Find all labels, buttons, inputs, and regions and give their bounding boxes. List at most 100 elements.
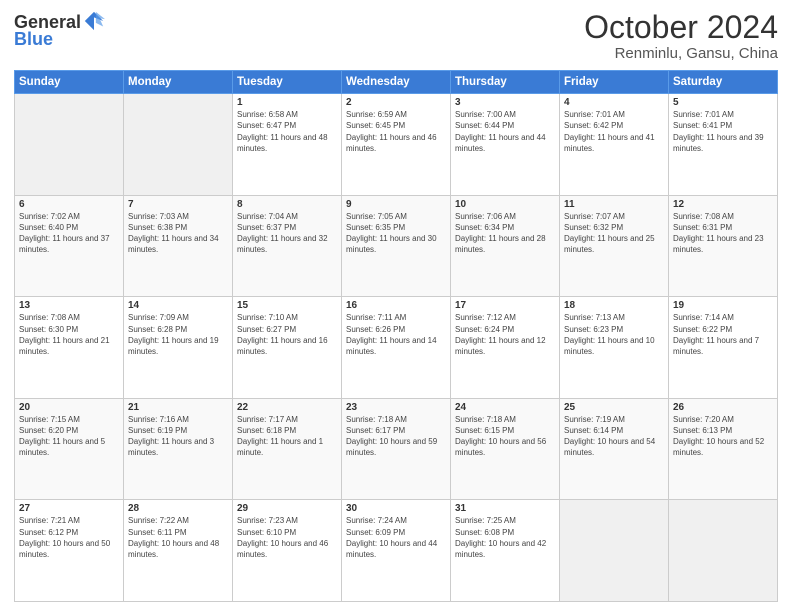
day-number: 2 — [346, 97, 446, 108]
calendar-cell: 27Sunrise: 7:21 AM Sunset: 6:12 PM Dayli… — [15, 500, 124, 602]
day-info: Sunrise: 6:58 AM Sunset: 6:47 PM Dayligh… — [237, 109, 337, 154]
calendar-cell: 3Sunrise: 7:00 AM Sunset: 6:44 PM Daylig… — [451, 94, 560, 196]
calendar-cell: 9Sunrise: 7:05 AM Sunset: 6:35 PM Daylig… — [342, 195, 451, 297]
calendar-cell: 14Sunrise: 7:09 AM Sunset: 6:28 PM Dayli… — [124, 297, 233, 399]
day-info: Sunrise: 7:06 AM Sunset: 6:34 PM Dayligh… — [455, 211, 555, 256]
day-number: 26 — [673, 402, 773, 413]
day-number: 4 — [564, 97, 664, 108]
calendar-cell: 5Sunrise: 7:01 AM Sunset: 6:41 PM Daylig… — [669, 94, 778, 196]
calendar-cell: 31Sunrise: 7:25 AM Sunset: 6:08 PM Dayli… — [451, 500, 560, 602]
page: General Blue October 2024 Renminlu, Gans… — [0, 0, 792, 612]
day-number: 6 — [19, 199, 119, 210]
header: General Blue October 2024 Renminlu, Gans… — [14, 10, 778, 62]
header-row: SundayMondayTuesdayWednesdayThursdayFrid… — [15, 71, 778, 94]
day-info: Sunrise: 7:11 AM Sunset: 6:26 PM Dayligh… — [346, 312, 446, 357]
calendar-cell: 11Sunrise: 7:07 AM Sunset: 6:32 PM Dayli… — [560, 195, 669, 297]
calendar-cell: 12Sunrise: 7:08 AM Sunset: 6:31 PM Dayli… — [669, 195, 778, 297]
day-info: Sunrise: 7:20 AM Sunset: 6:13 PM Dayligh… — [673, 414, 773, 459]
day-info: Sunrise: 7:21 AM Sunset: 6:12 PM Dayligh… — [19, 515, 119, 560]
day-info: Sunrise: 7:15 AM Sunset: 6:20 PM Dayligh… — [19, 414, 119, 459]
day-number: 23 — [346, 402, 446, 413]
day-header-wednesday: Wednesday — [342, 71, 451, 94]
week-row-4: 20Sunrise: 7:15 AM Sunset: 6:20 PM Dayli… — [15, 398, 778, 500]
day-number: 14 — [128, 300, 228, 311]
day-info: Sunrise: 7:17 AM Sunset: 6:18 PM Dayligh… — [237, 414, 337, 459]
calendar-cell: 30Sunrise: 7:24 AM Sunset: 6:09 PM Dayli… — [342, 500, 451, 602]
calendar-cell: 29Sunrise: 7:23 AM Sunset: 6:10 PM Dayli… — [233, 500, 342, 602]
day-header-friday: Friday — [560, 71, 669, 94]
day-number: 27 — [19, 503, 119, 514]
day-info: Sunrise: 7:10 AM Sunset: 6:27 PM Dayligh… — [237, 312, 337, 357]
calendar-cell: 16Sunrise: 7:11 AM Sunset: 6:26 PM Dayli… — [342, 297, 451, 399]
day-info: Sunrise: 7:07 AM Sunset: 6:32 PM Dayligh… — [564, 211, 664, 256]
day-info: Sunrise: 7:22 AM Sunset: 6:11 PM Dayligh… — [128, 515, 228, 560]
day-number: 21 — [128, 402, 228, 413]
calendar-table: SundayMondayTuesdayWednesdayThursdayFrid… — [14, 70, 778, 602]
day-info: Sunrise: 7:14 AM Sunset: 6:22 PM Dayligh… — [673, 312, 773, 357]
title-block: October 2024 Renminlu, Gansu, China — [584, 10, 778, 62]
day-header-tuesday: Tuesday — [233, 71, 342, 94]
day-number: 20 — [19, 402, 119, 413]
day-info: Sunrise: 7:08 AM Sunset: 6:31 PM Dayligh… — [673, 211, 773, 256]
month-title: October 2024 — [584, 10, 778, 45]
calendar-cell: 2Sunrise: 6:59 AM Sunset: 6:45 PM Daylig… — [342, 94, 451, 196]
calendar-cell: 10Sunrise: 7:06 AM Sunset: 6:34 PM Dayli… — [451, 195, 560, 297]
week-row-3: 13Sunrise: 7:08 AM Sunset: 6:30 PM Dayli… — [15, 297, 778, 399]
day-info: Sunrise: 7:01 AM Sunset: 6:42 PM Dayligh… — [564, 109, 664, 154]
calendar-cell: 6Sunrise: 7:02 AM Sunset: 6:40 PM Daylig… — [15, 195, 124, 297]
day-info: Sunrise: 7:01 AM Sunset: 6:41 PM Dayligh… — [673, 109, 773, 154]
calendar-cell: 4Sunrise: 7:01 AM Sunset: 6:42 PM Daylig… — [560, 94, 669, 196]
day-number: 11 — [564, 199, 664, 210]
day-info: Sunrise: 7:09 AM Sunset: 6:28 PM Dayligh… — [128, 312, 228, 357]
day-info: Sunrise: 7:03 AM Sunset: 6:38 PM Dayligh… — [128, 211, 228, 256]
calendar-cell: 20Sunrise: 7:15 AM Sunset: 6:20 PM Dayli… — [15, 398, 124, 500]
day-number: 19 — [673, 300, 773, 311]
calendar-cell: 22Sunrise: 7:17 AM Sunset: 6:18 PM Dayli… — [233, 398, 342, 500]
calendar-cell: 23Sunrise: 7:18 AM Sunset: 6:17 PM Dayli… — [342, 398, 451, 500]
day-info: Sunrise: 7:18 AM Sunset: 6:17 PM Dayligh… — [346, 414, 446, 459]
day-number: 28 — [128, 503, 228, 514]
day-info: Sunrise: 7:23 AM Sunset: 6:10 PM Dayligh… — [237, 515, 337, 560]
day-info: Sunrise: 7:05 AM Sunset: 6:35 PM Dayligh… — [346, 211, 446, 256]
day-header-sunday: Sunday — [15, 71, 124, 94]
location-title: Renminlu, Gansu, China — [584, 45, 778, 62]
day-info: Sunrise: 6:59 AM Sunset: 6:45 PM Dayligh… — [346, 109, 446, 154]
calendar-cell — [15, 94, 124, 196]
day-number: 18 — [564, 300, 664, 311]
day-number: 17 — [455, 300, 555, 311]
calendar-cell: 7Sunrise: 7:03 AM Sunset: 6:38 PM Daylig… — [124, 195, 233, 297]
day-info: Sunrise: 7:12 AM Sunset: 6:24 PM Dayligh… — [455, 312, 555, 357]
day-info: Sunrise: 7:24 AM Sunset: 6:09 PM Dayligh… — [346, 515, 446, 560]
day-info: Sunrise: 7:25 AM Sunset: 6:08 PM Dayligh… — [455, 515, 555, 560]
day-number: 25 — [564, 402, 664, 413]
calendar-cell: 28Sunrise: 7:22 AM Sunset: 6:11 PM Dayli… — [124, 500, 233, 602]
calendar-cell: 15Sunrise: 7:10 AM Sunset: 6:27 PM Dayli… — [233, 297, 342, 399]
logo-icon — [83, 10, 105, 32]
day-number: 16 — [346, 300, 446, 311]
day-info: Sunrise: 7:08 AM Sunset: 6:30 PM Dayligh… — [19, 312, 119, 357]
calendar-cell: 1Sunrise: 6:58 AM Sunset: 6:47 PM Daylig… — [233, 94, 342, 196]
day-header-saturday: Saturday — [669, 71, 778, 94]
calendar-cell: 25Sunrise: 7:19 AM Sunset: 6:14 PM Dayli… — [560, 398, 669, 500]
day-header-thursday: Thursday — [451, 71, 560, 94]
day-number: 15 — [237, 300, 337, 311]
day-number: 24 — [455, 402, 555, 413]
day-header-monday: Monday — [124, 71, 233, 94]
logo-blue: Blue — [14, 30, 53, 48]
day-number: 13 — [19, 300, 119, 311]
calendar-cell: 18Sunrise: 7:13 AM Sunset: 6:23 PM Dayli… — [560, 297, 669, 399]
calendar-cell: 19Sunrise: 7:14 AM Sunset: 6:22 PM Dayli… — [669, 297, 778, 399]
day-number: 31 — [455, 503, 555, 514]
logo: General Blue — [14, 10, 105, 48]
day-info: Sunrise: 7:19 AM Sunset: 6:14 PM Dayligh… — [564, 414, 664, 459]
day-info: Sunrise: 7:13 AM Sunset: 6:23 PM Dayligh… — [564, 312, 664, 357]
day-number: 1 — [237, 97, 337, 108]
calendar-cell: 24Sunrise: 7:18 AM Sunset: 6:15 PM Dayli… — [451, 398, 560, 500]
calendar-cell: 17Sunrise: 7:12 AM Sunset: 6:24 PM Dayli… — [451, 297, 560, 399]
day-number: 22 — [237, 402, 337, 413]
day-number: 7 — [128, 199, 228, 210]
day-number: 12 — [673, 199, 773, 210]
calendar-cell: 8Sunrise: 7:04 AM Sunset: 6:37 PM Daylig… — [233, 195, 342, 297]
week-row-2: 6Sunrise: 7:02 AM Sunset: 6:40 PM Daylig… — [15, 195, 778, 297]
day-number: 10 — [455, 199, 555, 210]
